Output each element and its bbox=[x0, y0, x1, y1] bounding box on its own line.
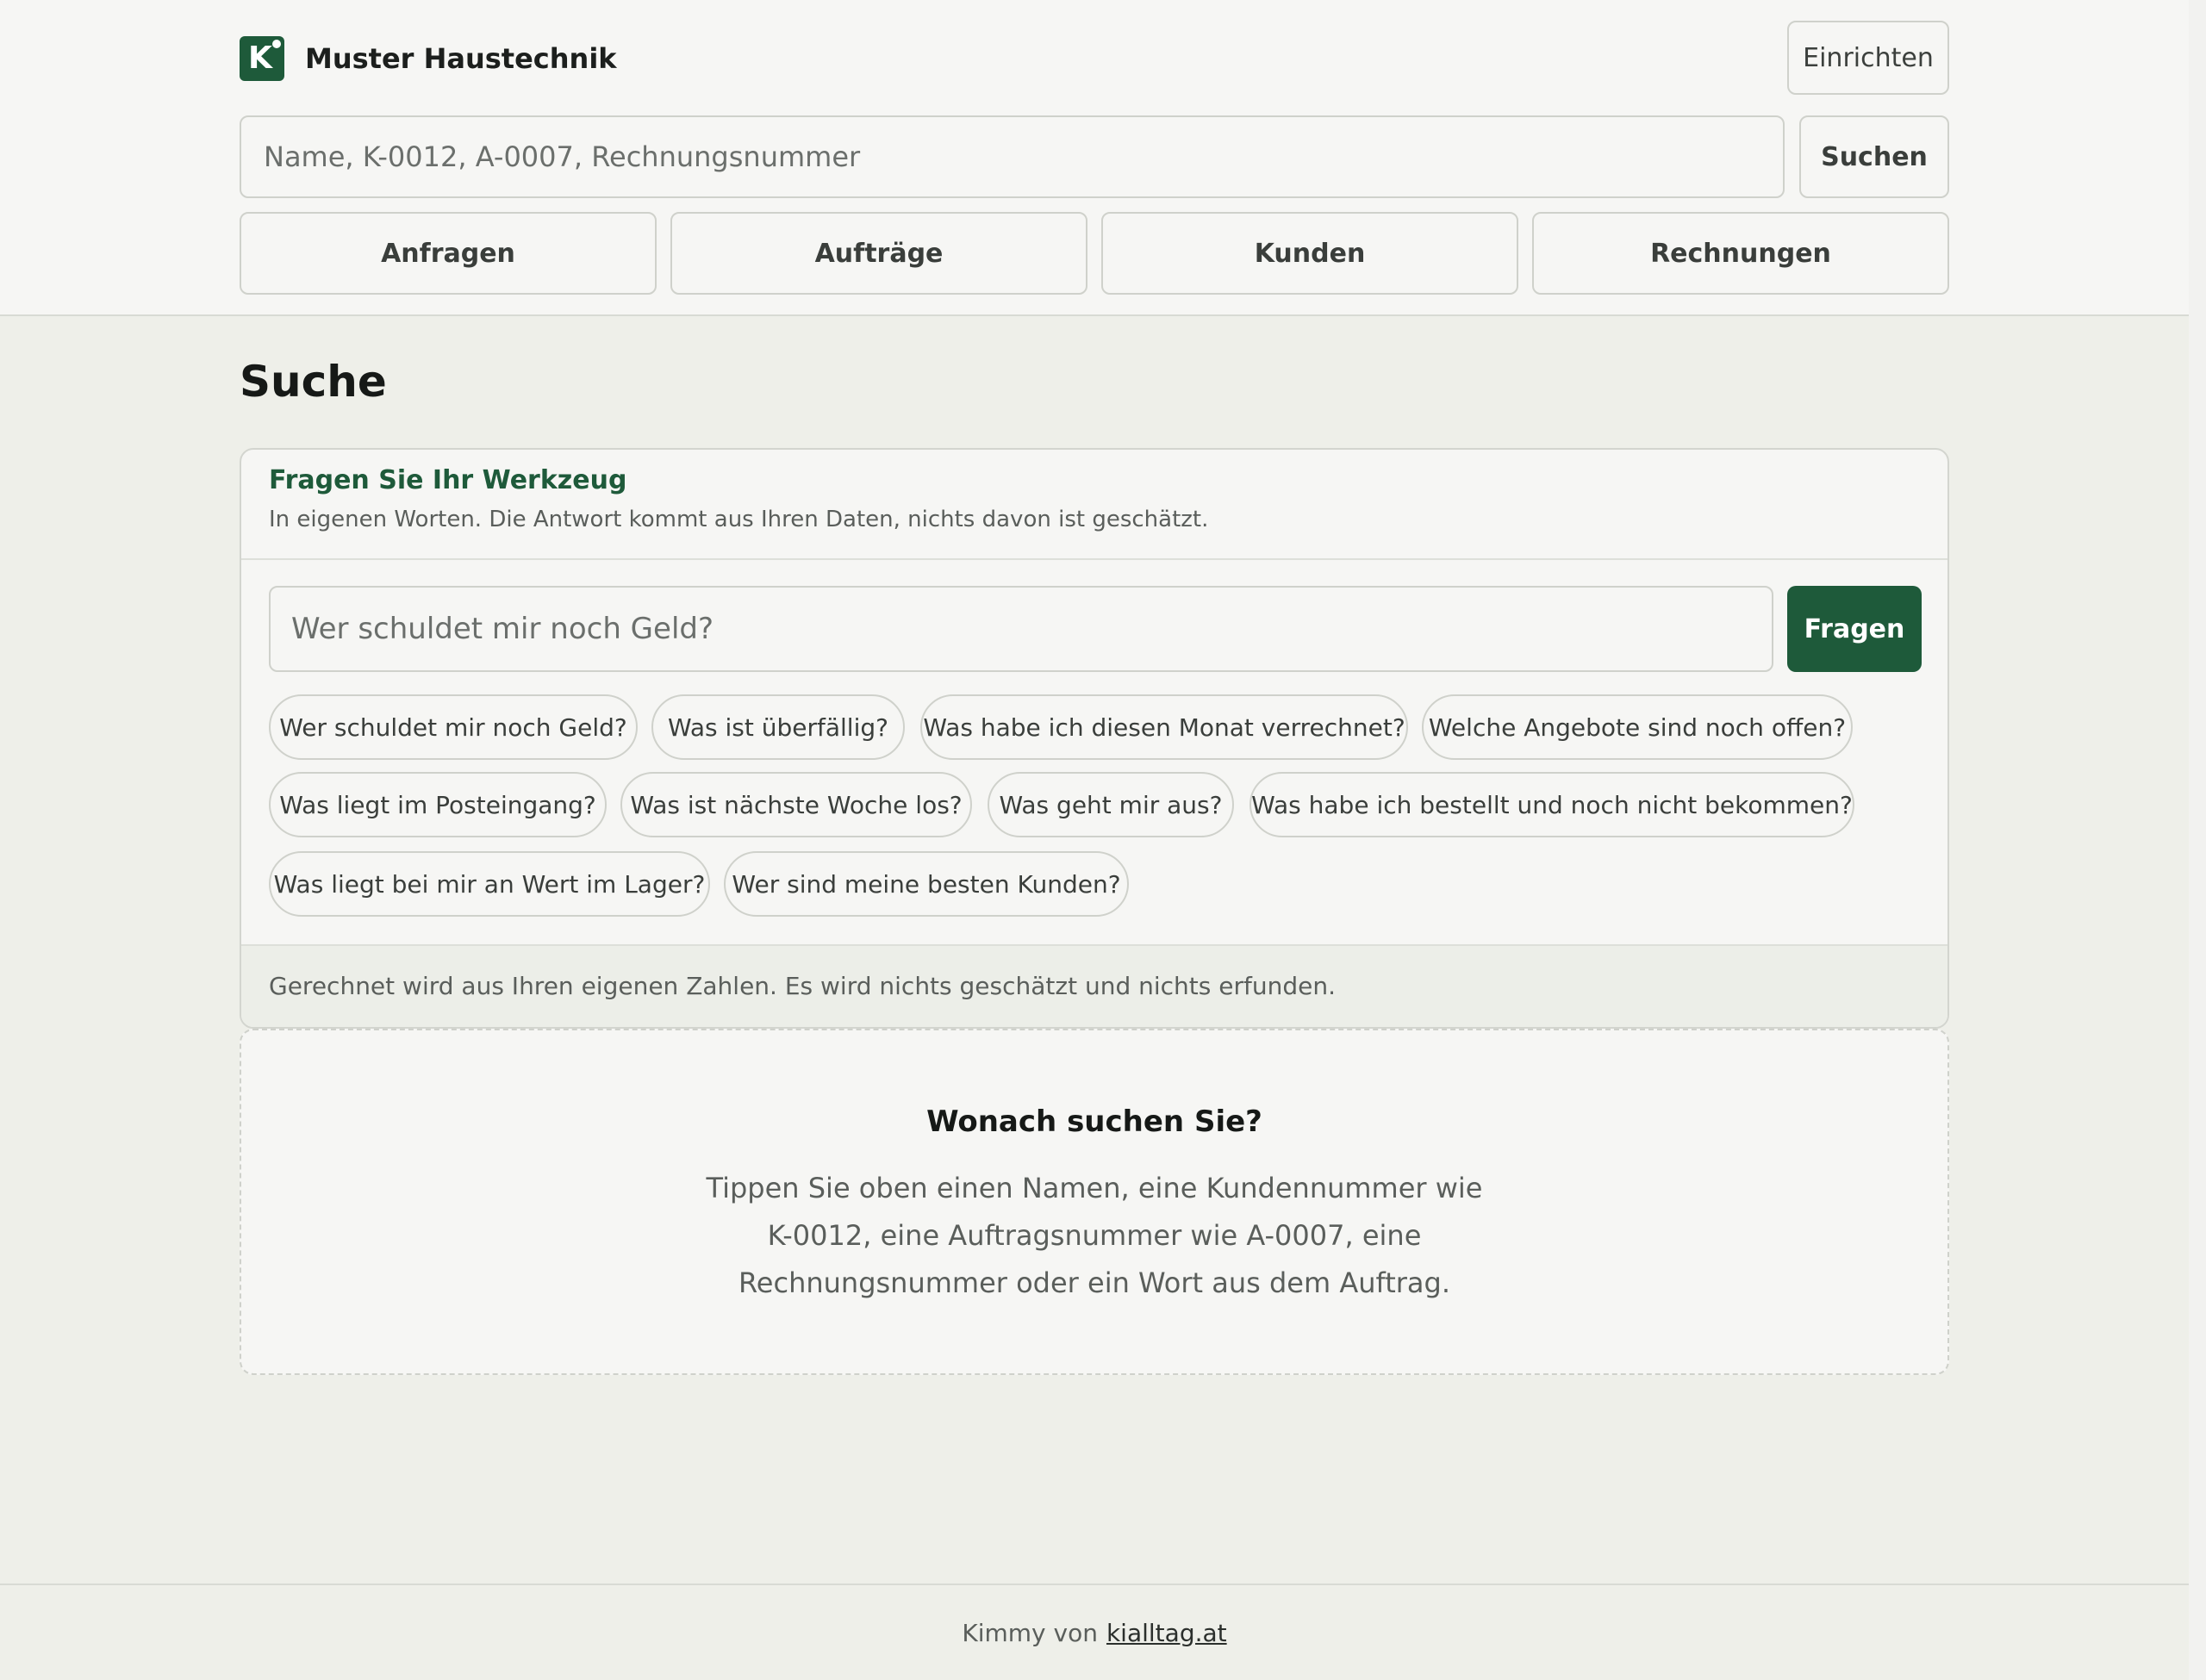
ask-input[interactable]: Wer schuldet mir noch Geld? bbox=[269, 586, 1773, 672]
footer-prefix: Kimmy von bbox=[962, 1618, 1098, 1647]
search-empty-state: Wonach suchen Sie? Tippen Sie oben einen… bbox=[240, 1029, 1949, 1375]
global-search-input[interactable]: Name, K-0012, A-0007, Rechnungsnummer bbox=[240, 115, 1785, 198]
suggestion-chip[interactable]: Welche Angebote sind noch offen? bbox=[1422, 694, 1853, 760]
empty-state-line: Rechnungsnummer oder ein Wort aus dem Au… bbox=[738, 1266, 1450, 1299]
ask-card-header: Fragen Sie Ihr Werkzeug In eigenen Worte… bbox=[241, 450, 1947, 560]
search-button[interactable]: Suchen bbox=[1799, 115, 1949, 198]
suggestion-chip[interactable]: Was liegt im Posteingang? bbox=[269, 772, 607, 837]
ask-card-subtitle: In eigenen Worten. Die Antwort kommt aus… bbox=[269, 507, 1209, 532]
ask-card: Fragen Sie Ihr Werkzeug In eigenen Worte… bbox=[240, 448, 1949, 1029]
suggestion-chip[interactable]: Was geht mir aus? bbox=[988, 772, 1234, 837]
suggestion-chip[interactable]: Wer schuldet mir noch Geld? bbox=[269, 694, 638, 760]
ask-card-footer: Gerechnet wird aus Ihren eigenen Zahlen.… bbox=[241, 944, 1947, 1027]
suggestion-chip[interactable]: Was ist überfällig? bbox=[651, 694, 905, 760]
nav-rechnungen[interactable]: Rechnungen bbox=[1532, 212, 1949, 295]
k-logo-icon: K bbox=[240, 36, 284, 81]
empty-state-text: Tippen Sie oben einen Namen, eine Kunden… bbox=[241, 1165, 1947, 1307]
suggestion-chip[interactable]: Wer sind meine besten Kunden? bbox=[724, 851, 1129, 917]
brand[interactable]: K Muster Haustechnik bbox=[240, 36, 617, 81]
suggestion-chip[interactable]: Was ist nächste Woche los? bbox=[620, 772, 972, 837]
footer-link[interactable]: kialltag.at bbox=[1106, 1619, 1227, 1647]
nav-kunden[interactable]: Kunden bbox=[1101, 212, 1518, 295]
setup-button[interactable]: Einrichten bbox=[1787, 21, 1949, 95]
ask-button[interactable]: Fragen bbox=[1787, 586, 1922, 672]
empty-state-title: Wonach suchen Sie? bbox=[926, 1104, 1262, 1139]
nav-auftraege[interactable]: Aufträge bbox=[670, 212, 1087, 295]
suggestion-chip[interactable]: Was habe ich bestellt und noch nicht bek… bbox=[1249, 772, 1854, 837]
top-bar: K Muster Haustechnik Einrichten Name, K-… bbox=[0, 0, 2189, 316]
suggestion-chip[interactable]: Was liegt bei mir an Wert im Lager? bbox=[269, 851, 710, 917]
empty-state-line: Tippen Sie oben einen Namen, eine Kunden… bbox=[706, 1172, 1483, 1204]
ask-card-title: Fragen Sie Ihr Werkzeug bbox=[269, 465, 627, 495]
nav-anfragen[interactable]: Anfragen bbox=[240, 212, 657, 295]
brand-name: Muster Haustechnik bbox=[305, 42, 617, 75]
ask-card-footer-note: Gerechnet wird aus Ihren eigenen Zahlen.… bbox=[269, 972, 1337, 1000]
page-title: Suche bbox=[240, 357, 387, 407]
empty-state-line: K-0012, eine Auftragsnummer wie A-0007, … bbox=[767, 1219, 1422, 1252]
suggestion-chip[interactable]: Was habe ich diesen Monat verrechnet? bbox=[920, 694, 1408, 760]
page-footer: Kimmy von kialltag.at bbox=[0, 1584, 2189, 1680]
scrollbar[interactable] bbox=[2189, 0, 2206, 1680]
